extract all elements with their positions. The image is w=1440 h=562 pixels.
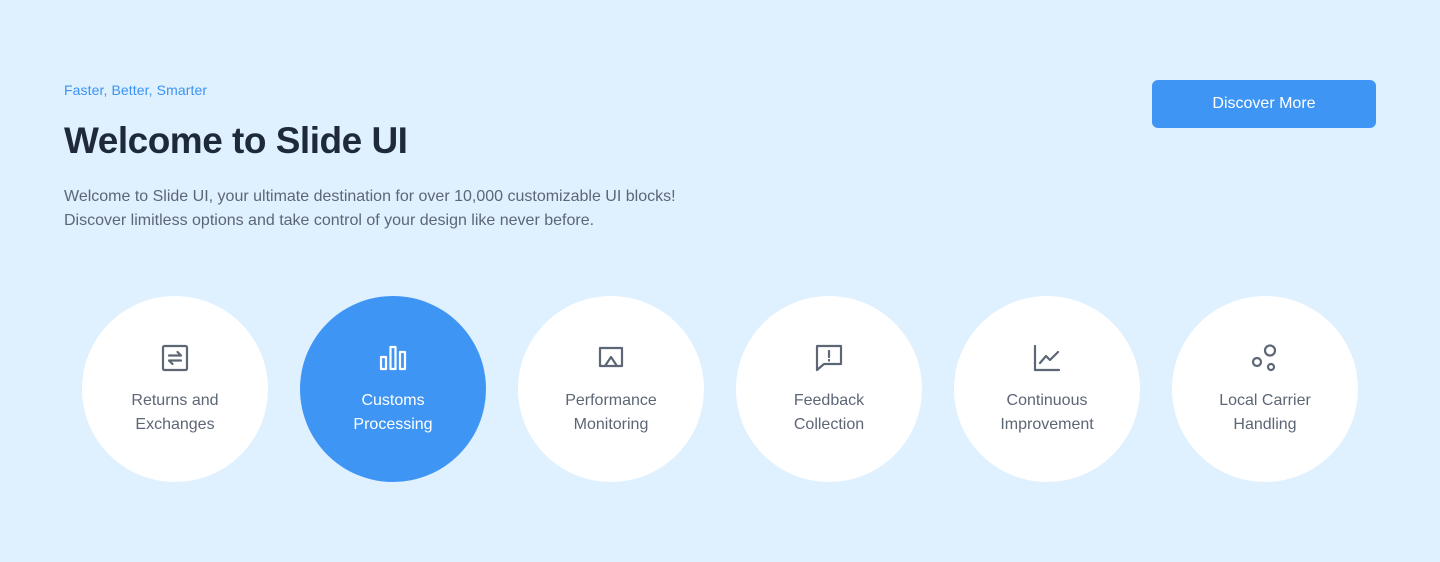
hero-eyebrow: Faster, Better, Smarter bbox=[64, 82, 208, 98]
feature-label: Local Carrier Handling bbox=[1219, 392, 1311, 433]
feature-label: Feedback Collection bbox=[793, 392, 865, 433]
discover-more-button[interactable]: Discover More bbox=[1152, 80, 1376, 128]
feature-label: Customs Processing bbox=[353, 392, 433, 433]
bubbles-icon bbox=[1250, 343, 1280, 373]
screen-share-icon bbox=[596, 343, 626, 373]
feature-customs-processing[interactable]: Customs Processing bbox=[300, 296, 486, 482]
exchange-icon bbox=[160, 343, 190, 373]
feedback-icon bbox=[814, 343, 844, 373]
bar-chart-icon bbox=[378, 343, 408, 373]
hero-section: Faster, Better, Smarter Welcome to Slide… bbox=[0, 0, 1440, 562]
feature-list: Returns and Exchanges Customs Processing bbox=[82, 296, 1358, 482]
feature-continuous-improvement[interactable]: Continuous Improvement bbox=[954, 296, 1140, 482]
hero-description: Welcome to Slide UI, your ultimate desti… bbox=[64, 188, 676, 229]
feature-performance-monitoring[interactable]: Performance Monitoring bbox=[518, 296, 704, 482]
feature-feedback-collection[interactable]: Feedback Collection bbox=[736, 296, 922, 482]
feature-returns-and-exchanges[interactable]: Returns and Exchanges bbox=[82, 296, 268, 482]
page-title: Welcome to Slide UI bbox=[64, 120, 408, 161]
line-chart-icon bbox=[1032, 343, 1062, 373]
feature-label: Performance Monitoring bbox=[565, 392, 657, 433]
feature-label: Returns and Exchanges bbox=[131, 392, 219, 433]
feature-label: Continuous Improvement bbox=[1000, 392, 1094, 433]
feature-local-carrier-handling[interactable]: Local Carrier Handling bbox=[1172, 296, 1358, 482]
